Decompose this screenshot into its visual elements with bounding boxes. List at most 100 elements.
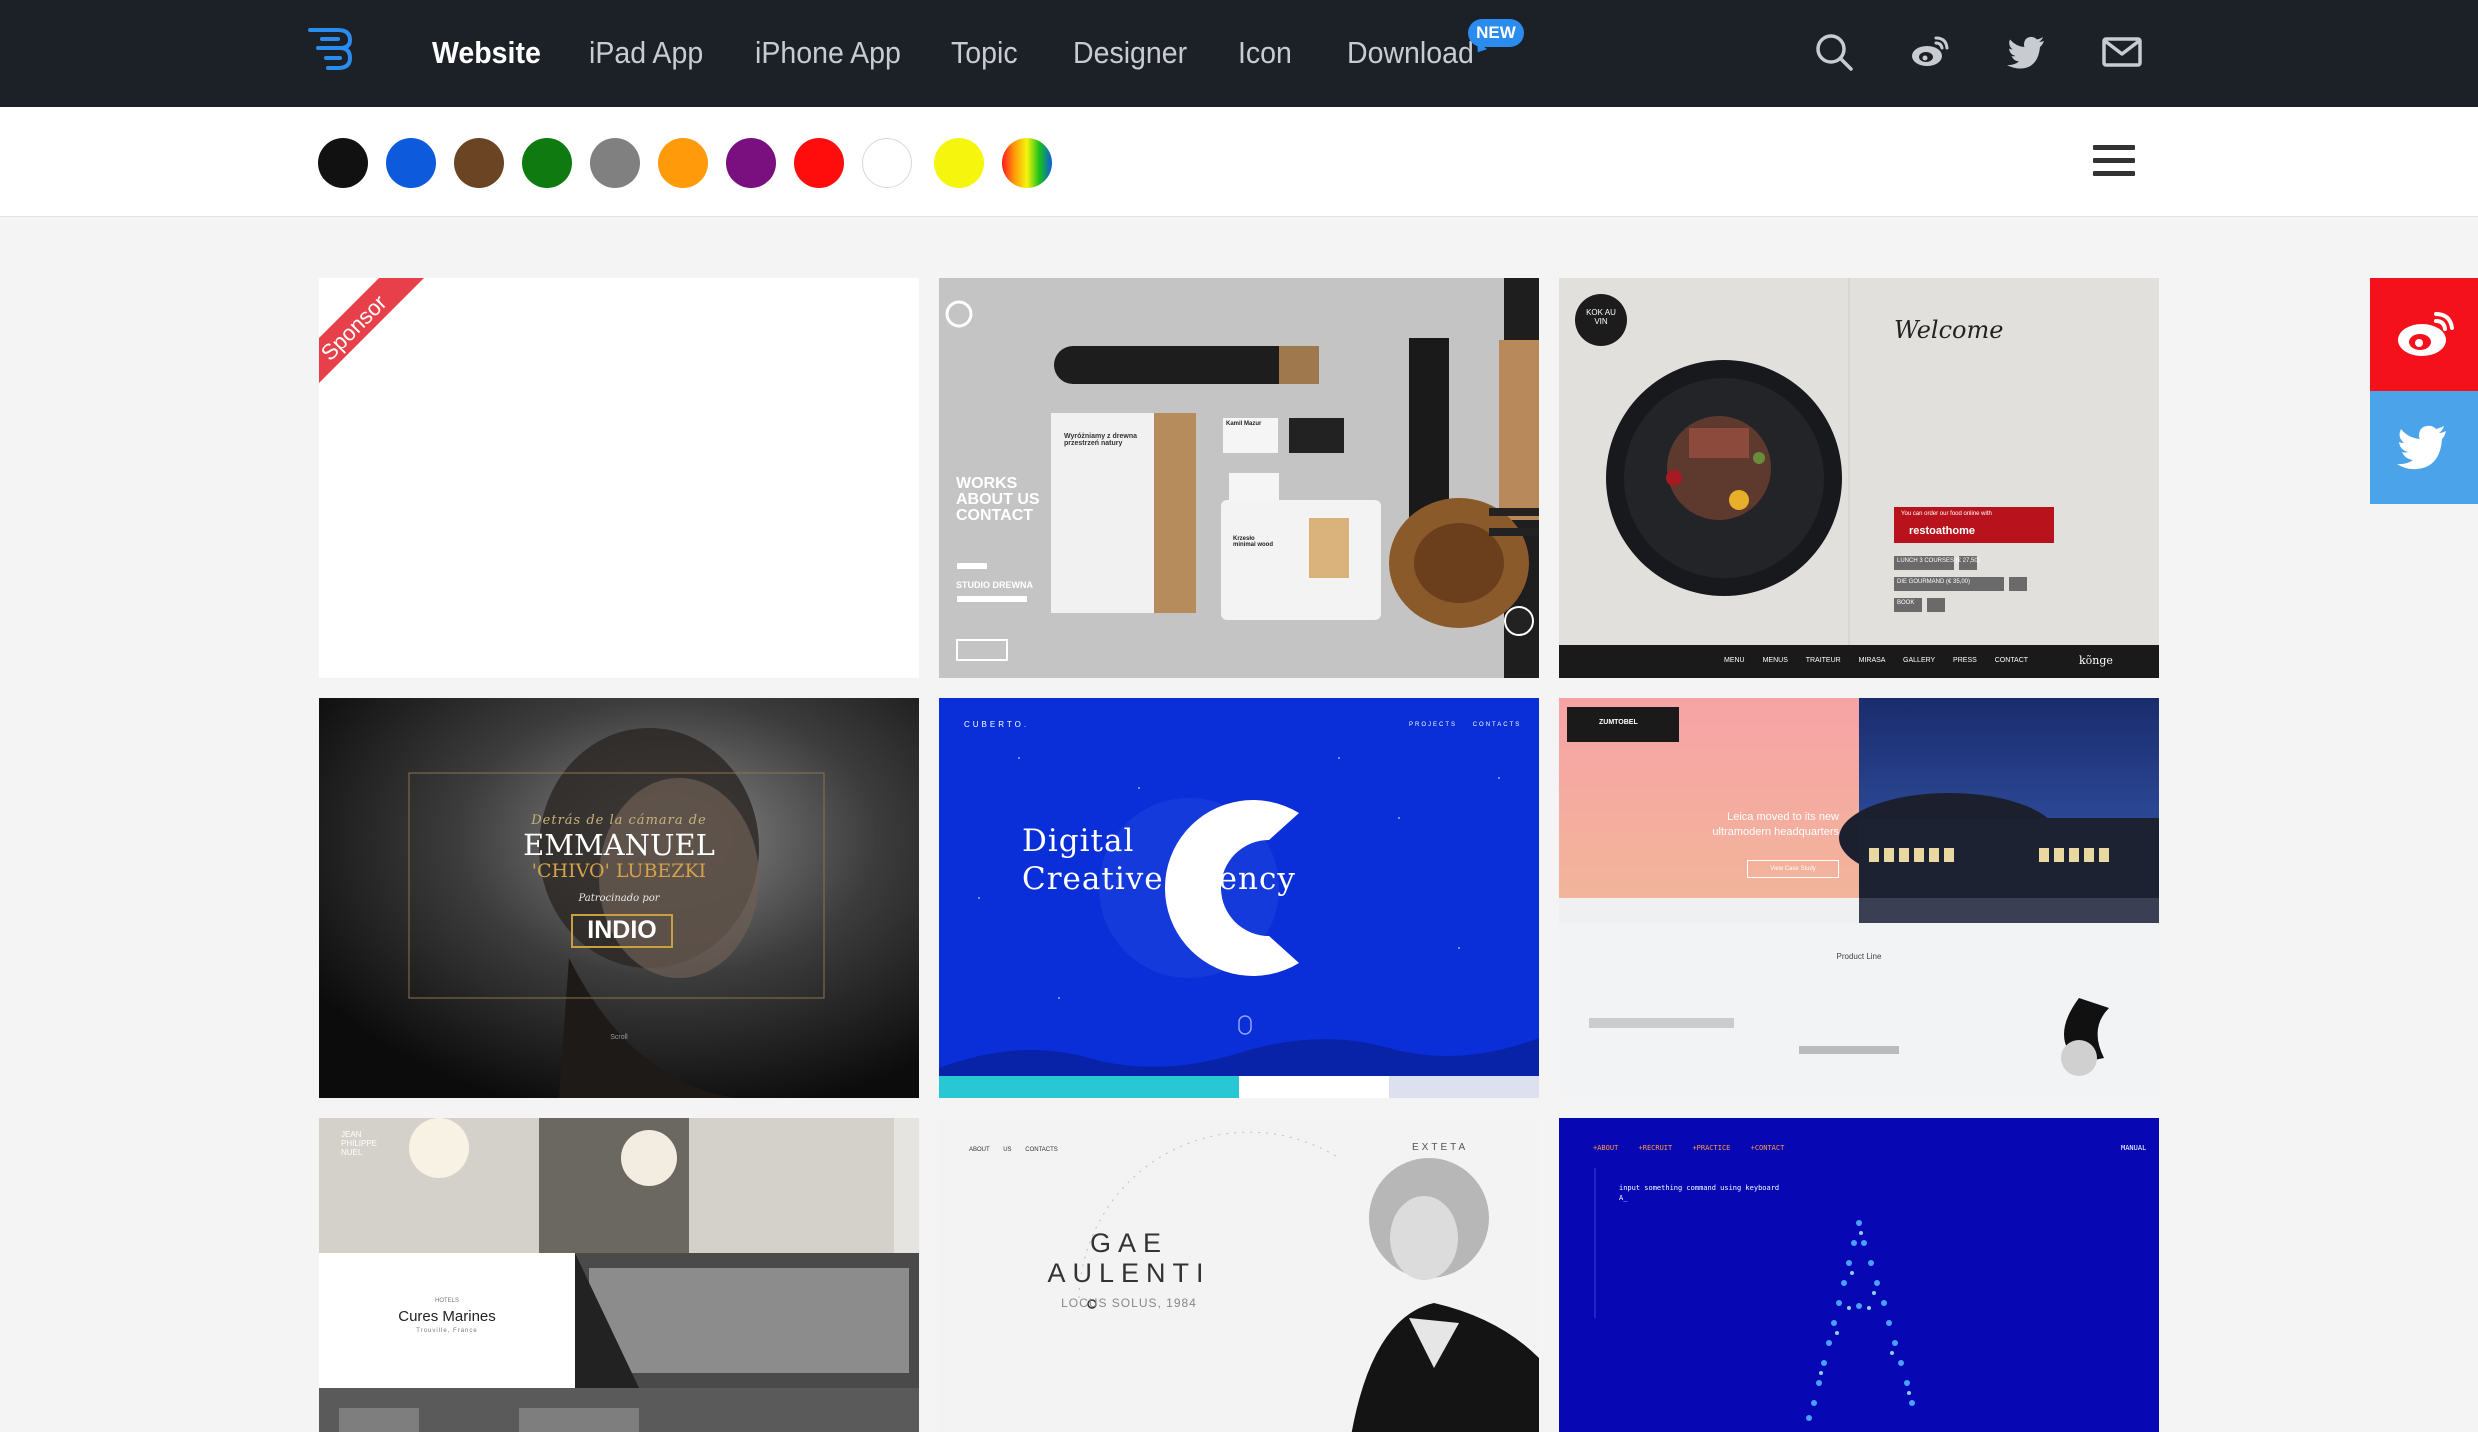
terminal-nav-recruit: +RECRUIT (1638, 1144, 1673, 1152)
kok-au-vin-cta-brand: restoathome (1909, 525, 1976, 537)
website-card-lubezki[interactable]: Detrás de la cámara de EMMANUEL 'CHIVO' … (319, 698, 919, 1098)
studio-drewna-card-name: Kamil Mazur (1226, 421, 1262, 427)
zumtobel-thumbnail (1559, 698, 2159, 1098)
website-card-kok-au-vin[interactable]: KOK AU VIN Welcome You can order our foo… (1559, 278, 2159, 678)
kok-au-vin-menu: MENU MENUS TRAITEUR MIRASA GALLERY PRESS… (1724, 657, 2028, 664)
lubezki-brand: INDIO (587, 916, 657, 944)
nav-icon[interactable]: Icon (1238, 30, 1292, 76)
new-badge: NEW (1468, 19, 1524, 47)
terminal-cursor: A_ (1619, 1194, 1628, 1202)
exteta-name-line1: GAE (1089, 1228, 1169, 1258)
cuberto-thumbnail (939, 698, 1539, 1098)
kok-au-vin-cta-small: You can order our food online with (1901, 511, 1992, 517)
color-swatch-white[interactable] (862, 138, 912, 188)
color-swatch-rainbow[interactable] (1002, 138, 1052, 188)
exteta-nav-contacts: CONTACTS (1025, 1147, 1058, 1153)
color-swatch-orange[interactable] (658, 138, 708, 188)
color-swatch-brown[interactable] (454, 138, 504, 188)
color-swatch-green[interactable] (522, 138, 572, 188)
kok-menu-item: MENU (1724, 657, 1745, 664)
cures-marines-brand: JEAN PHILIPPE NUEL (341, 1130, 378, 1157)
terminal-nav: +ABOUT +RECRUIT +PRACTICE +CONTACT (1593, 1144, 1784, 1152)
terminal-nav-about: +ABOUT (1593, 1144, 1619, 1152)
kok-menu-item: CONTACT (1994, 657, 2029, 664)
cuberto-headline-line1: Digital (1022, 823, 1135, 859)
color-swatch-red[interactable] (794, 138, 844, 188)
side-share-weibo[interactable] (2370, 278, 2478, 391)
website-card-cuberto[interactable]: CUBERTO. PROJECTS CONTACTS Digital Creat… (939, 698, 1539, 1098)
cures-marines-kicker: HOTELS (434, 1298, 459, 1304)
lubezki-name-line2: 'CHIVO' LUBEZKI (531, 860, 707, 882)
terminal-thumbnail (1559, 1118, 2159, 1432)
nav-designer[interactable]: Designer (1073, 30, 1187, 76)
terminal-nav-contact: +CONTACT (1750, 1144, 1785, 1152)
sponsor-card[interactable]: Sponsor (319, 278, 919, 678)
kok-au-vin-row-3: BOOK (1897, 600, 1915, 606)
cuberto-nav-projects: PROJECTS (1409, 722, 1458, 728)
exteta-name-line2: AULENTI (1047, 1258, 1211, 1288)
color-swatch-purple[interactable] (726, 138, 776, 188)
sponsor-ribbon: Sponsor (319, 278, 424, 383)
weibo-icon[interactable] (1908, 30, 1952, 74)
zumtobel-headline: Leica moved to its new ultramodern headq… (1712, 811, 1839, 838)
color-filter-bar (0, 107, 2478, 217)
website-card-terminal[interactable]: +ABOUT +RECRUIT +PRACTICE +CONTACT MANUA… (1559, 1118, 2159, 1432)
weibo-icon (2398, 312, 2454, 356)
nav-iphone-app[interactable]: iPhone App (755, 30, 901, 76)
exteta-brand: EXTETA (1412, 1142, 1469, 1153)
cuberto-headline-line2: Creative Agency (1022, 861, 1296, 897)
lubezki-kicker: Detrás de la cámara de (531, 813, 707, 828)
studio-drewna-subtitle: Wyróżniamy z drewna przestrzeń natury (1064, 433, 1138, 447)
exteta-nav: ABOUT US CONTACTS (969, 1147, 1058, 1153)
zumtobel-product-line: Product Line (1836, 952, 1882, 961)
color-swatch-black[interactable] (318, 138, 368, 188)
studio-menu-contact: CONTACT (956, 507, 1034, 524)
color-swatch-yellow[interactable] (934, 138, 984, 188)
lubezki-sponsored: Patrocinado por (578, 893, 660, 904)
cuberto-headline: Digital Creative Agency (1022, 822, 1296, 898)
terminal-manual: MANUAL (2121, 1144, 2147, 1152)
studio-drewna-menu: WORKS ABOUT US CONTACT (956, 476, 1040, 524)
kok-menu-item: MIRASA (1858, 657, 1886, 664)
kok-menu-item: GALLERY (1903, 657, 1936, 664)
nav-website[interactable]: Website (432, 30, 541, 76)
zumtobel-cta-button[interactable]: View Case Study (1747, 860, 1839, 878)
cures-marines-location: Trouville, France (416, 1328, 478, 1334)
mail-icon[interactable] (2100, 30, 2144, 74)
nav-ipad-app[interactable]: iPad App (589, 30, 703, 76)
kok-au-vin-row-1: LUNCH 3 COURSES (€ 27,50) (1897, 558, 1980, 564)
studio-drewna-product: Krzesło minimal wood (1233, 536, 1274, 548)
kok-au-vin-logo: KOK AU VIN (1586, 308, 1616, 326)
kok-au-vin-row-2: DIE GOURMAND (€ 35,00) (1897, 579, 1971, 585)
color-swatch-gray[interactable] (590, 138, 640, 188)
website-card-exteta[interactable]: ABOUT US CONTACTS EXTETA GAE AULENTI LOC… (939, 1118, 1539, 1432)
search-icon[interactable] (1812, 30, 1856, 74)
cures-marines-title: Cures Marines (398, 1308, 496, 1325)
studio-menu-about: ABOUT US (956, 491, 1040, 508)
top-navigation-bar: Website iPad App iPhone App Topic Design… (0, 0, 2478, 107)
side-share-twitter[interactable] (2370, 391, 2478, 504)
site-logo-icon[interactable] (306, 24, 354, 74)
cures-marines-thumbnail (319, 1118, 919, 1432)
exteta-nav-about: ABOUT US (969, 1147, 1012, 1153)
twitter-icon[interactable] (2004, 30, 2048, 74)
terminal-nav-practice: +PRACTICE (1692, 1144, 1731, 1152)
color-swatch-blue[interactable] (386, 138, 436, 188)
cuberto-brand: CUBERTO. (964, 720, 1030, 729)
lubezki-name-line1: EMMANUEL (523, 828, 715, 862)
cuberto-nav-contacts: CONTACTS (1472, 722, 1522, 728)
twitter-icon (2397, 425, 2446, 470)
nav-topic[interactable]: Topic (951, 30, 1018, 76)
menu-hamburger-icon[interactable] (2093, 143, 2135, 179)
studio-menu-works: WORKS (956, 475, 1018, 492)
website-card-studio-drewna[interactable]: WORKS ABOUT US CONTACT STUDIO DREWNA Wyr… (939, 278, 1539, 678)
website-card-cures-marines[interactable]: JEAN PHILIPPE NUEL HOTELS Cures Marines … (319, 1118, 919, 1432)
kok-au-vin-thumbnail (1559, 278, 2159, 678)
nav-download[interactable]: Download (1347, 30, 1474, 76)
kok-au-vin-brand: kõnge (2079, 654, 2113, 667)
website-card-zumtobel[interactable]: ZUMTOBEL Leica moved to its new ultramod… (1559, 698, 2159, 1098)
exteta-headline: GAE AULENTI (939, 1228, 1319, 1288)
terminal-prompt: input something command using keyboard (1619, 1184, 1780, 1192)
studio-drewna-tag: STUDIO DREWNA (956, 580, 1033, 590)
exteta-subtitle: LOCUS SOLUS, 1984 (1061, 1296, 1197, 1310)
